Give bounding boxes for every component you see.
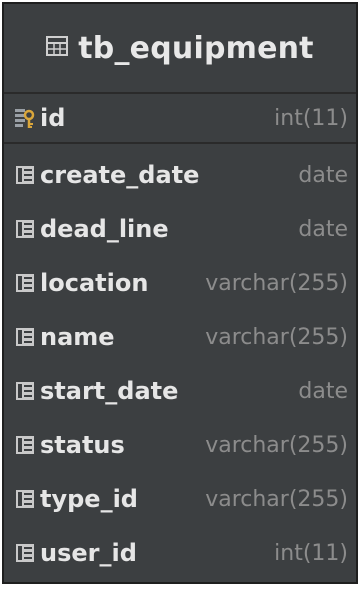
column-row-user-id[interactable]: user_id int(11) [4, 526, 356, 580]
primary-key-row[interactable]: id int(11) [4, 94, 356, 144]
column-name: dead_line [40, 215, 169, 243]
column-type: date [298, 216, 348, 242]
column-icon [14, 272, 36, 294]
column-row-location[interactable]: location varchar(255) [4, 256, 356, 310]
column-name-id: id [40, 104, 66, 132]
column-row-create-date[interactable]: create_date date [4, 148, 356, 202]
column-type: varchar(255) [205, 270, 348, 296]
column-type: date [298, 378, 348, 404]
column-row-type-id[interactable]: type_id varchar(255) [4, 472, 356, 526]
column-name: start_date [40, 377, 179, 405]
column-type: varchar(255) [205, 432, 348, 458]
column-type: varchar(255) [205, 486, 348, 512]
column-type-id: int(11) [274, 105, 348, 131]
column-icon [14, 380, 36, 402]
column-type: int(11) [274, 540, 348, 566]
column-row-dead-line[interactable]: dead_line date [4, 202, 356, 256]
column-name: type_id [40, 485, 138, 513]
entity-table-card[interactable]: tb_equipment id int(11) create_date date… [2, 2, 358, 584]
column-type: varchar(255) [205, 324, 348, 350]
column-name: name [40, 323, 115, 351]
table-title: tb_equipment [78, 30, 314, 66]
column-icon [14, 326, 36, 348]
column-icon [14, 488, 36, 510]
column-icon [14, 542, 36, 564]
column-name: location [40, 269, 149, 297]
column-row-status[interactable]: status varchar(255) [4, 418, 356, 472]
column-list: create_date date dead_line date location… [4, 144, 356, 580]
table-header[interactable]: tb_equipment [4, 4, 356, 94]
column-row-start-date[interactable]: start_date date [4, 364, 356, 418]
column-icon [14, 218, 36, 240]
table-icon [46, 36, 69, 60]
column-name: status [40, 431, 125, 459]
column-name: create_date [40, 161, 200, 189]
column-row-name[interactable]: name varchar(255) [4, 310, 356, 364]
primary-key-column-icon [14, 107, 36, 129]
column-type: date [298, 162, 348, 188]
column-name: user_id [40, 539, 137, 567]
column-icon [14, 164, 36, 186]
column-icon [14, 434, 36, 456]
